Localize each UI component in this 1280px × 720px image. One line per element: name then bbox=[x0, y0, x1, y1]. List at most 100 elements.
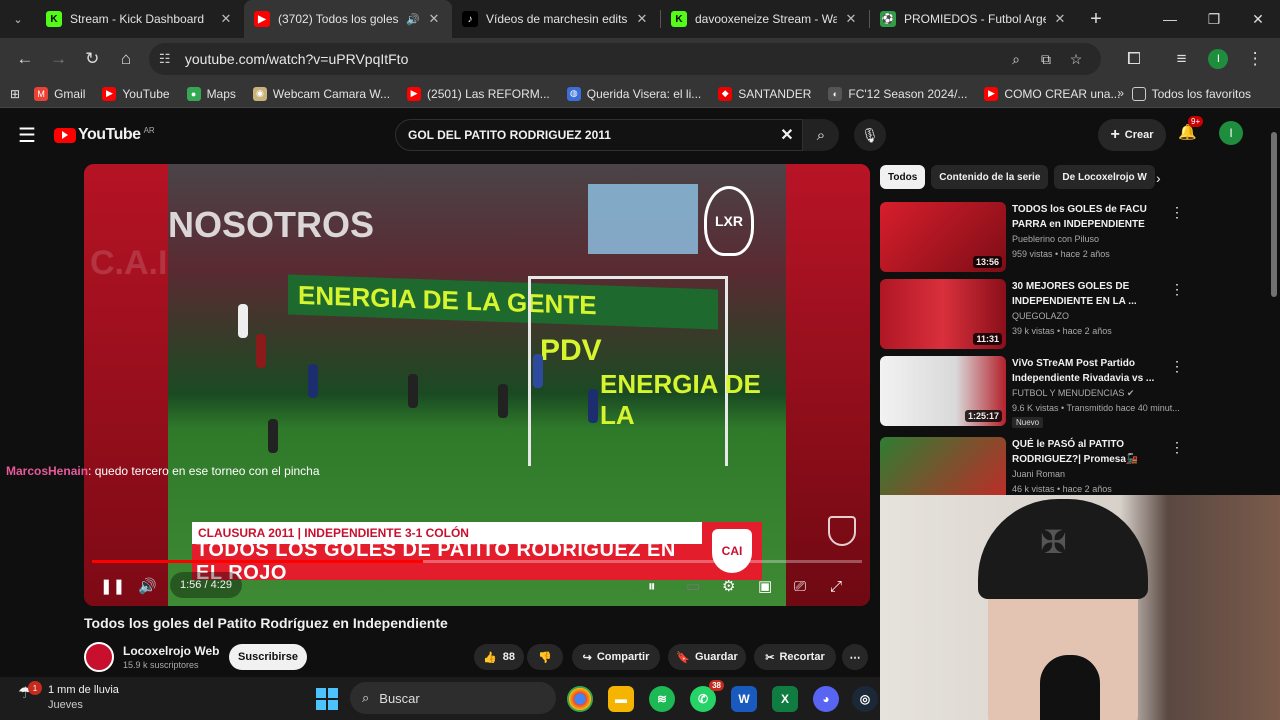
search-query[interactable]: GOL DEL PATITO RODRIGUEZ 2011 bbox=[408, 128, 772, 142]
search-button[interactable]: ⌕ bbox=[803, 119, 839, 151]
extensions-icon[interactable]: ⧠ bbox=[1117, 42, 1151, 76]
autoplay-toggle[interactable]: ⏸ bbox=[648, 572, 656, 600]
bookmark-visera[interactable]: ◍ Querida Visera: el li... bbox=[566, 86, 701, 101]
bookmark-santander[interactable]: ◆ SANTANDER bbox=[718, 86, 811, 101]
video-player[interactable]: C.A.I. NOSOTROS ENERGIA DE LA GENTE PDV … bbox=[84, 164, 870, 606]
tab-youtube-video[interactable]: ▶ (3702) Todos los goles del 🔊 ✕ bbox=[244, 0, 452, 38]
clip-button[interactable]: ✂ Recortar bbox=[754, 644, 836, 670]
clear-search-icon[interactable]: ✕ bbox=[772, 125, 802, 145]
tab-promiedos[interactable]: ⚽ PROMIEDOS - Futbol Argent ✕ bbox=[870, 0, 1078, 38]
chip-all[interactable]: Todos bbox=[880, 165, 926, 189]
media-control-icon[interactable]: ≡ bbox=[1165, 42, 1199, 76]
kebab-menu-icon[interactable]: ⋮ bbox=[1170, 204, 1184, 221]
bookmark-star-icon[interactable]: ☆ bbox=[1061, 51, 1091, 68]
tab-search-dropdown[interactable]: ⌄ bbox=[0, 0, 36, 38]
chip-series[interactable]: Contenido de la serie bbox=[931, 165, 1049, 189]
cast-button[interactable]: ⎚ bbox=[794, 572, 806, 600]
recommendation-channel[interactable]: Juani Roman bbox=[1012, 469, 1065, 479]
menu-kebab-icon[interactable]: ⋮ bbox=[1238, 42, 1272, 76]
volume-button[interactable]: 🔊 bbox=[138, 572, 157, 600]
install-app-icon[interactable]: ⧉ bbox=[1031, 51, 1061, 68]
hamburger-menu-icon[interactable]: ☰ bbox=[0, 123, 54, 148]
more-bookmarks-icon[interactable]: » bbox=[1117, 86, 1124, 100]
close-window-icon[interactable]: ✕ bbox=[1236, 0, 1280, 38]
all-bookmarks-folder[interactable]: Todos los favoritos bbox=[1131, 80, 1251, 108]
kebab-menu-icon[interactable]: ⋮ bbox=[1170, 439, 1184, 456]
url-text[interactable]: youtube.com/watch?v=uPRVpqItFto bbox=[185, 51, 1001, 67]
taskbar-search[interactable]: ⌕ Buscar bbox=[350, 682, 556, 714]
subtitles-button[interactable]: ▭ bbox=[686, 572, 700, 600]
recommendation-item[interactable]: 13:56 TODOS los GOLES de FACU PARRA en I… bbox=[880, 202, 1184, 274]
back-icon[interactable]: ← bbox=[8, 42, 42, 76]
spotify-icon[interactable]: ≋ bbox=[649, 686, 675, 712]
kebab-menu-icon[interactable]: ⋮ bbox=[1170, 281, 1184, 298]
video-thumbnail[interactable]: 11:31 bbox=[880, 279, 1006, 349]
forward-icon[interactable]: → bbox=[42, 42, 76, 76]
bookmark-maps[interactable]: ● Maps bbox=[186, 86, 236, 101]
youtube-logo[interactable]: YouTube AR bbox=[54, 126, 155, 144]
tab-kick-dashboard[interactable]: K Stream - Kick Dashboard ✕ bbox=[36, 0, 244, 38]
apps-grid-icon[interactable]: ⊞ bbox=[10, 87, 20, 101]
pause-button[interactable]: ❚❚ bbox=[100, 572, 125, 600]
profile-avatar[interactable]: I bbox=[1208, 49, 1229, 69]
bookmark-reformas[interactable]: ▶ (2501) Las REFORM... bbox=[407, 86, 550, 101]
fullscreen-button[interactable]: ⤢ bbox=[830, 572, 842, 600]
weather-widget[interactable]: ☂ 1 1 mm de lluvia Jueves bbox=[18, 681, 119, 713]
like-button[interactable]: 👍 88 bbox=[474, 644, 524, 670]
bookmark-como-crear[interactable]: ▶ COMO CREAR una... bbox=[984, 86, 1120, 101]
voice-search-button[interactable]: 🎙 bbox=[854, 119, 886, 151]
share-button[interactable]: ↪ Compartir bbox=[572, 644, 660, 670]
zoom-icon[interactable]: ⌕ bbox=[1001, 51, 1031, 68]
restore-icon[interactable]: ❐ bbox=[1192, 0, 1236, 38]
dislike-button[interactable]: 👎 bbox=[527, 644, 563, 670]
settings-button[interactable]: ⚙ bbox=[722, 572, 735, 600]
recommendation-channel[interactable]: FUTBOL Y MENUDENCIAS ✔ bbox=[1012, 388, 1134, 399]
close-tab-icon[interactable]: ✕ bbox=[634, 11, 650, 27]
chrome-icon[interactable] bbox=[567, 686, 593, 712]
save-button[interactable]: 🔖 Guardar bbox=[668, 644, 746, 670]
bookmark-webcam[interactable]: ◉ Webcam Camara W... bbox=[252, 86, 390, 101]
close-tab-icon[interactable]: ✕ bbox=[843, 11, 859, 27]
theater-mode-button[interactable]: ▣ bbox=[758, 572, 772, 600]
chip-channel[interactable]: De Locoxelrojo W bbox=[1054, 165, 1155, 189]
tab-tiktok[interactable]: ♪ Vídeos de marchesin edits b ✕ bbox=[452, 0, 660, 38]
channel-name[interactable]: Locoxelrojo Web bbox=[123, 644, 219, 658]
whatsapp-icon[interactable]: ✆ 38 bbox=[690, 680, 724, 712]
chevron-right-icon[interactable]: › bbox=[1156, 170, 1161, 186]
discord-icon[interactable]: ◕ bbox=[813, 686, 839, 712]
recommendation-title[interactable]: QUÉ le PASÓ al PATITO RODRIGUEZ?| Promes… bbox=[1012, 437, 1162, 467]
recommendation-item[interactable]: 1:25:17 ViVo STreAM Post Partido Indepen… bbox=[880, 356, 1184, 428]
close-tab-icon[interactable]: ✕ bbox=[426, 11, 442, 27]
reload-icon[interactable]: ↻ bbox=[75, 42, 109, 76]
recommendation-item[interactable]: 11:31 30 MEJORES GOLES DE INDEPENDIENTE … bbox=[880, 279, 1184, 351]
new-tab-button[interactable]: + bbox=[1078, 8, 1114, 31]
recommendation-channel[interactable]: Pueblerino con Piluso bbox=[1012, 234, 1099, 244]
create-button[interactable]: + Crear bbox=[1098, 119, 1166, 151]
recommendation-channel[interactable]: QUEGOLAZO bbox=[1012, 311, 1069, 321]
channel-avatar[interactable] bbox=[84, 642, 114, 672]
tab-kick-stream[interactable]: K davooxeneize Stream - Watc ✕ bbox=[661, 0, 869, 38]
notifications-button[interactable]: 🔔 9+ bbox=[1178, 116, 1204, 141]
scrollbar-thumb[interactable] bbox=[1271, 132, 1277, 297]
address-bar[interactable]: ☷ youtube.com/watch?v=uPRVpqItFto ⌕ ⧉ ☆ bbox=[148, 43, 1102, 75]
more-actions-button[interactable]: ⋯ bbox=[842, 644, 868, 670]
word-icon[interactable]: W bbox=[731, 686, 757, 712]
speaker-icon[interactable]: 🔊 bbox=[406, 13, 420, 26]
recommendation-title[interactable]: TODOS los GOLES de FACU PARRA en INDEPEN… bbox=[1012, 202, 1162, 232]
recommendation-title[interactable]: 30 MEJORES GOLES DE INDEPENDIENTE EN LA … bbox=[1012, 279, 1162, 309]
file-explorer-icon[interactable]: ▬ bbox=[608, 686, 634, 712]
search-input[interactable]: GOL DEL PATITO RODRIGUEZ 2011 ✕ bbox=[395, 119, 803, 151]
close-tab-icon[interactable]: ✕ bbox=[1052, 11, 1068, 27]
home-icon[interactable]: ⌂ bbox=[109, 42, 143, 76]
page-scrollbar[interactable] bbox=[1268, 116, 1280, 496]
site-info-icon[interactable]: ☷ bbox=[159, 51, 181, 67]
bookmark-youtube[interactable]: ▶ YouTube bbox=[102, 86, 170, 101]
kebab-menu-icon[interactable]: ⋮ bbox=[1170, 358, 1184, 375]
bookmark-fc12[interactable]: ◐ FC'12 Season 2024/... bbox=[828, 86, 967, 101]
steam-icon[interactable]: ◎ bbox=[852, 686, 878, 712]
windows-start-icon[interactable] bbox=[316, 688, 338, 710]
account-avatar[interactable]: I bbox=[1219, 121, 1243, 145]
recommendation-title[interactable]: ViVo STreAM Post Partido Independiente R… bbox=[1012, 356, 1162, 386]
minimize-icon[interactable]: — bbox=[1148, 0, 1192, 38]
subscribe-button[interactable]: Suscribirse bbox=[229, 644, 307, 670]
